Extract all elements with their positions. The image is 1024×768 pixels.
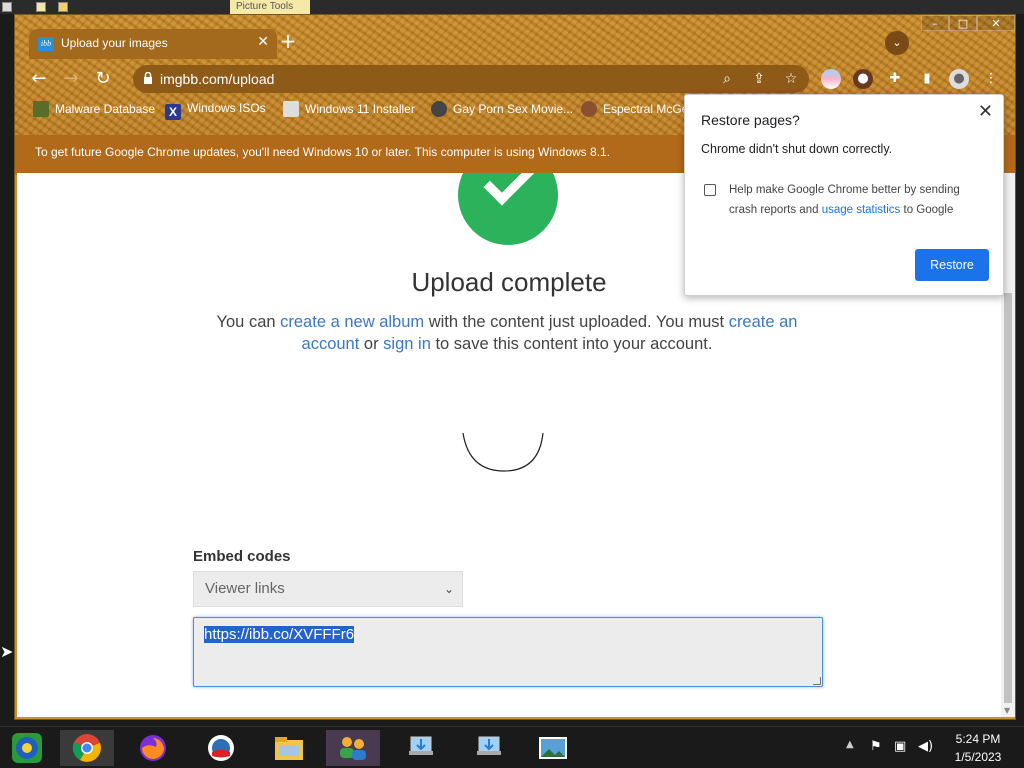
embed-code-textarea[interactable]: https://ibb.co/XVFFFr6: [193, 617, 823, 687]
clock-date[interactable]: 1/5/2023: [940, 750, 1016, 764]
scroll-down-arrow-icon[interactable]: ▼: [1004, 706, 1010, 715]
upload-description: You can create a new album with the cont…: [201, 311, 813, 355]
mouse-cursor-icon: ➤: [0, 642, 14, 661]
tab-title: Upload your images: [61, 36, 168, 50]
desktop-icon[interactable]: [36, 2, 46, 12]
side-panel-icon[interactable]: ▮: [917, 69, 937, 89]
desktop-icon[interactable]: [2, 2, 12, 12]
crash-report-checkbox[interactable]: [704, 184, 716, 196]
chevron-down-icon: ⌄: [443, 582, 454, 596]
volume-icon[interactable]: ◀): [918, 739, 933, 754]
crash-report-label: Help make Google Chrome better by sendin…: [729, 180, 989, 220]
bug-icon: [33, 101, 49, 117]
back-button[interactable]: ←: [27, 67, 51, 91]
restore-button[interactable]: Restore: [915, 249, 989, 281]
new-tab-button[interactable]: +: [277, 31, 299, 53]
file-explorer-taskbar-icon[interactable]: [262, 730, 316, 766]
embed-codes-label: Embed codes: [193, 548, 291, 565]
x-icon: X: [165, 104, 181, 120]
forward-button[interactable]: →: [59, 67, 83, 91]
desc-text: or: [359, 335, 384, 353]
check-mark: [483, 173, 535, 206]
avatar-icon: [581, 101, 597, 117]
profile-avatar-extension-icon[interactable]: ●: [853, 69, 873, 89]
installer-taskbar-icon[interactable]: [394, 730, 448, 766]
bookmark-espectral[interactable]: Espectral McGe...: [581, 101, 698, 117]
maximize-button[interactable]: □: [949, 15, 977, 31]
menu-kebab-icon[interactable]: ⋮: [981, 69, 1001, 89]
help-text: to Google: [900, 204, 954, 216]
bookmark-label: Windows ISOs: [187, 101, 266, 115]
tab-close-icon[interactable]: ✕: [257, 34, 269, 50]
address-bar[interactable]: imgbb.com/upload ⌕ ⇪ ☆: [133, 65, 809, 93]
usage-statistics-link[interactable]: usage statistics: [822, 204, 901, 216]
action-center-flag-icon[interactable]: ⚑: [870, 739, 882, 754]
reload-button[interactable]: ↻: [91, 67, 115, 91]
network-icon[interactable]: ▣: [894, 739, 906, 754]
taskbar: ▲ ⚑ ▣ ◀) 5:24 PM 1/5/2023: [0, 726, 1024, 768]
firefox-taskbar-icon[interactable]: [126, 730, 180, 766]
installer-taskbar-icon-2[interactable]: [462, 730, 516, 766]
desc-text: You can: [216, 313, 281, 331]
bookmark-label: Malware Database: [55, 102, 156, 116]
chrome-taskbar-icon[interactable]: [60, 730, 114, 766]
embed-codes-select[interactable]: Viewer links ⌄: [193, 571, 463, 607]
extension-flag-icon[interactable]: [821, 69, 841, 89]
search-icon[interactable]: ⌕: [717, 69, 737, 89]
imgbb-favicon-icon: ibb: [38, 37, 54, 51]
create-album-link[interactable]: create a new album: [280, 313, 424, 331]
success-check-icon: [458, 173, 558, 245]
desktop-icon[interactable]: [58, 2, 68, 12]
bookmark-windows-isos[interactable]: X Windows ISOs: [165, 101, 266, 120]
resize-grip-icon[interactable]: [813, 677, 821, 685]
tab-upload-your-images[interactable]: ibb Upload your images ✕: [29, 29, 277, 59]
bookmark-star-icon[interactable]: ☆: [781, 69, 801, 89]
extensions-puzzle-icon[interactable]: ✚: [885, 69, 905, 89]
account-avatar-icon[interactable]: ●: [949, 69, 969, 89]
share-icon[interactable]: ⇪: [749, 69, 769, 89]
picture-tools-tab[interactable]: Picture Tools: [230, 0, 310, 14]
tab-search-icon[interactable]: ⌄: [885, 31, 909, 55]
obama-logo-taskbar-icon[interactable]: [194, 730, 248, 766]
bookmark-site[interactable]: Gay Porn Sex Movie...: [431, 101, 573, 117]
dialog-message: Chrome didn't shut down correctly.: [701, 142, 893, 156]
site-icon: [431, 101, 447, 117]
close-icon[interactable]: ✕: [978, 101, 993, 122]
photos-taskbar-icon[interactable]: [526, 730, 580, 766]
select-value: Viewer links: [205, 580, 285, 597]
minimize-button[interactable]: –: [921, 15, 949, 31]
uploaded-image-thumbnail[interactable]: [459, 423, 549, 483]
start-button-icon[interactable]: [0, 730, 54, 766]
desc-text: with the content just uploaded. You must: [424, 313, 729, 331]
bookmark-malware-database[interactable]: Malware Database: [33, 101, 155, 117]
tray-expand-icon[interactable]: ▲: [846, 739, 854, 750]
installer-icon: [283, 101, 299, 117]
url-text: imgbb.com/upload: [160, 71, 275, 87]
toolbar: ← → ↻ imgbb.com/upload ⌕ ⇪ ☆ ● ✚ ▮ ● ⋮: [15, 63, 1015, 95]
desc-text: to save this content into your account.: [430, 335, 713, 353]
bookmark-label: Gay Porn Sex Movie...: [453, 102, 574, 116]
embed-code-value: https://ibb.co/XVFFFr6: [204, 626, 355, 643]
user-accounts-taskbar-icon[interactable]: [326, 730, 380, 766]
bookmark-label: Windows 11 Installer: [305, 102, 415, 116]
sign-in-link[interactable]: sign in: [383, 335, 431, 353]
scroll-thumb[interactable]: [1004, 293, 1012, 703]
desktop-top-strip: Picture Tools: [0, 0, 1024, 14]
lock-icon: [144, 72, 152, 84]
clock-time[interactable]: 5:24 PM: [940, 732, 1016, 746]
bookmark-windows-11-installer[interactable]: Windows 11 Installer: [283, 101, 415, 117]
close-window-button[interactable]: ✕: [977, 15, 1015, 31]
restore-pages-dialog: Restore pages? ✕ Chrome didn't shut down…: [684, 94, 1004, 296]
dialog-title: Restore pages?: [701, 112, 800, 128]
